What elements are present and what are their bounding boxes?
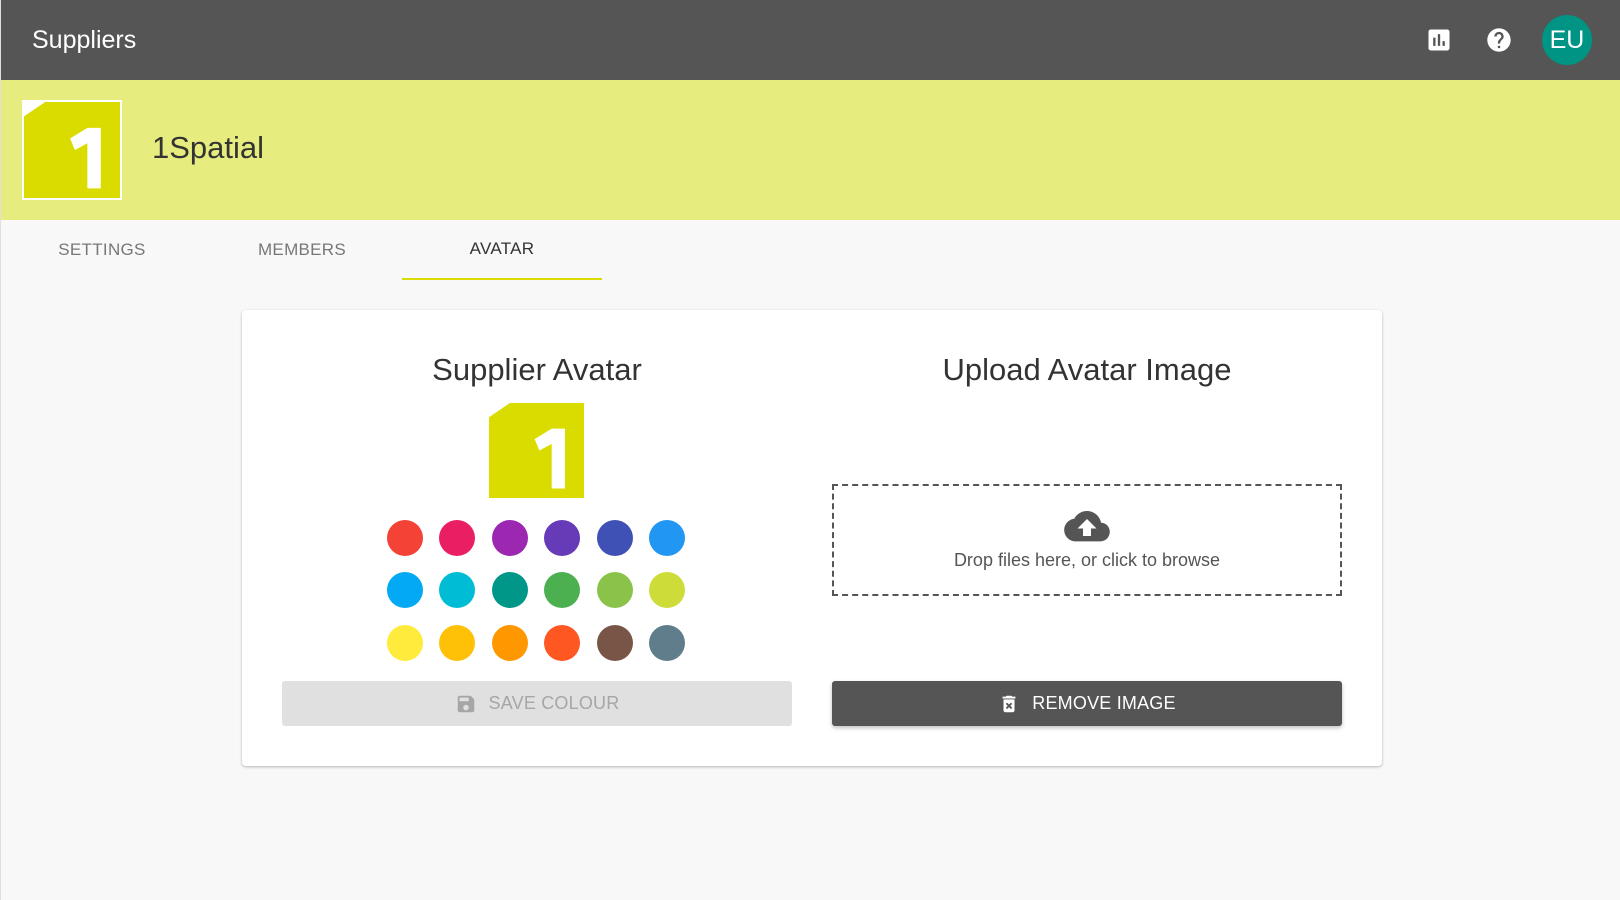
delete-icon <box>1002 695 1016 712</box>
colour-swatch[interactable] <box>596 572 633 609</box>
supplier-name: 1Spatial <box>152 130 265 165</box>
colour-swatch[interactable] <box>649 572 685 609</box>
supplier-logo-image <box>24 102 120 198</box>
remove-image-label: REMOVE IMAGE <box>1032 693 1176 713</box>
colour-swatch[interactable] <box>544 624 581 661</box>
colour-swatch[interactable] <box>491 520 528 556</box>
supplier-avatar-title: Supplier Avatar <box>432 352 642 387</box>
avatar-preview-image <box>489 403 584 498</box>
colour-swatch-grid <box>387 520 687 680</box>
help-icon[interactable] <box>1483 24 1515 56</box>
user-avatar[interactable]: EU <box>1542 15 1592 65</box>
tab-members[interactable]: MEMBERS <box>202 220 402 280</box>
colour-swatch[interactable] <box>596 624 633 661</box>
colour-swatch[interactable] <box>387 624 423 661</box>
supplier-banner: 1Spatial <box>1 80 1620 220</box>
save-icon <box>457 695 474 712</box>
colour-swatch[interactable] <box>649 520 685 556</box>
colour-swatch[interactable] <box>491 624 528 661</box>
user-initials: EU <box>1549 25 1585 54</box>
tab-settings[interactable]: SETTINGS <box>2 220 202 280</box>
tab-avatar[interactable]: AVATAR <box>402 220 602 280</box>
tab-bar: SETTINGS MEMBERS AVATAR <box>1 220 1620 280</box>
app-root: Suppliers EU 1Spatial SETTINGS MEMBERS A… <box>0 0 1620 900</box>
colour-swatch[interactable] <box>544 520 581 556</box>
colour-swatch[interactable] <box>544 572 581 609</box>
colour-swatch[interactable] <box>439 572 476 609</box>
supplier-logo <box>22 100 122 200</box>
save-colour-label: SAVE COLOUR <box>488 693 620 713</box>
dropzone-text: Drop files here, or click to browse <box>953 549 1221 570</box>
top-app-bar: Suppliers EU <box>1 0 1620 80</box>
colour-swatch[interactable] <box>387 520 423 556</box>
file-dropzone[interactable]: Drop files here, or click to browse <box>832 484 1342 596</box>
avatar-card: Supplier Avatar SAVE COLOUR Upload Avata… <box>242 310 1382 766</box>
app-title: Suppliers <box>32 26 137 54</box>
colour-swatch[interactable] <box>387 572 423 609</box>
avatar-preview <box>489 403 584 498</box>
colour-swatch[interactable] <box>596 520 633 556</box>
colour-swatch[interactable] <box>439 520 476 556</box>
save-colour-button[interactable]: SAVE COLOUR <box>282 681 792 726</box>
colour-swatch[interactable] <box>649 624 685 661</box>
remove-image-button[interactable]: REMOVE IMAGE <box>832 681 1342 726</box>
cloud-upload-icon <box>1064 510 1110 541</box>
colour-swatch[interactable] <box>439 624 476 661</box>
colour-swatch[interactable] <box>491 572 528 609</box>
upload-avatar-title: Upload Avatar Image <box>942 352 1232 387</box>
bar-chart-icon[interactable] <box>1423 24 1455 56</box>
